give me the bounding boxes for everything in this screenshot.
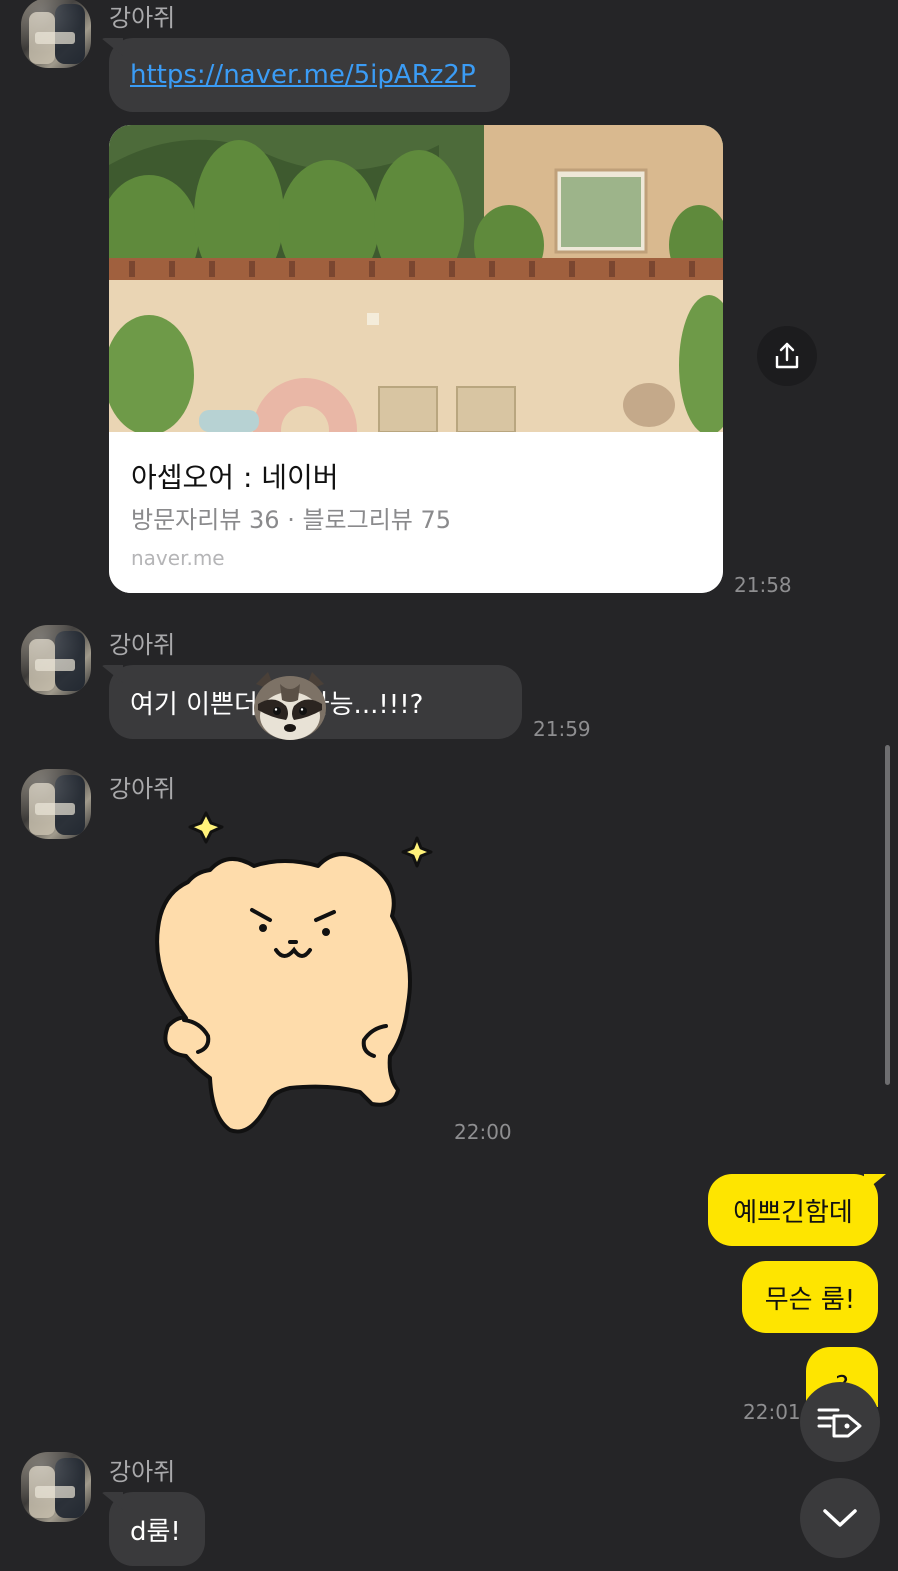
message-text: d룸! <box>130 1516 181 1547</box>
message-time: 21:58 <box>734 573 792 597</box>
chevron-down-icon <box>823 1509 857 1527</box>
message-time: 22:00 <box>454 1120 512 1144</box>
sender-avatar[interactable] <box>21 0 91 68</box>
sender-name: 강아쥐 <box>109 4 176 32</box>
sender-avatar[interactable] <box>21 769 91 839</box>
card-domain: naver.me <box>131 546 225 570</box>
my-message-bubble[interactable]: 예쁘긴함데 <box>708 1174 878 1246</box>
message-time: 22:01 <box>743 1400 801 1424</box>
sender-name: 강아쥐 <box>109 631 176 659</box>
sender-avatar[interactable] <box>21 1452 91 1522</box>
scrollbar[interactable] <box>885 745 890 1085</box>
scroll-to-bottom-button[interactable] <box>800 1478 880 1558</box>
share-button[interactable] <box>757 326 817 386</box>
sender-avatar[interactable] <box>21 625 91 695</box>
share-icon <box>775 342 799 369</box>
tag-menu-icon <box>817 1408 862 1438</box>
link-preview-card[interactable]: 아셉오어 : 네이버 방문자리뷰 36 · 블로그리뷰 75 naver.me <box>109 125 723 593</box>
sender-name: 강아쥐 <box>109 775 176 803</box>
message-time: 21:59 <box>533 717 591 741</box>
message-link[interactable]: https://naver.me/5ipARz2P <box>130 60 476 90</box>
card-subtitle: 방문자리뷰 36 · 블로그리뷰 75 <box>131 506 452 534</box>
raccoon-emoticon <box>246 670 334 744</box>
card-title: 아셉오어 : 네이버 <box>131 461 339 494</box>
text-message-bubble[interactable]: d룸! <box>109 1492 205 1566</box>
link-message-bubble[interactable]: https://naver.me/5ipARz2P <box>109 38 510 112</box>
sender-name: 강아쥐 <box>109 1458 176 1486</box>
tag-menu-button[interactable] <box>800 1382 880 1462</box>
my-message-bubble[interactable]: 무슨 룸! <box>742 1261 878 1333</box>
preview-image <box>109 125 723 432</box>
bear-sticker[interactable] <box>150 808 440 1143</box>
message-text-part1: 여기 이쁜더 <box>130 689 258 720</box>
